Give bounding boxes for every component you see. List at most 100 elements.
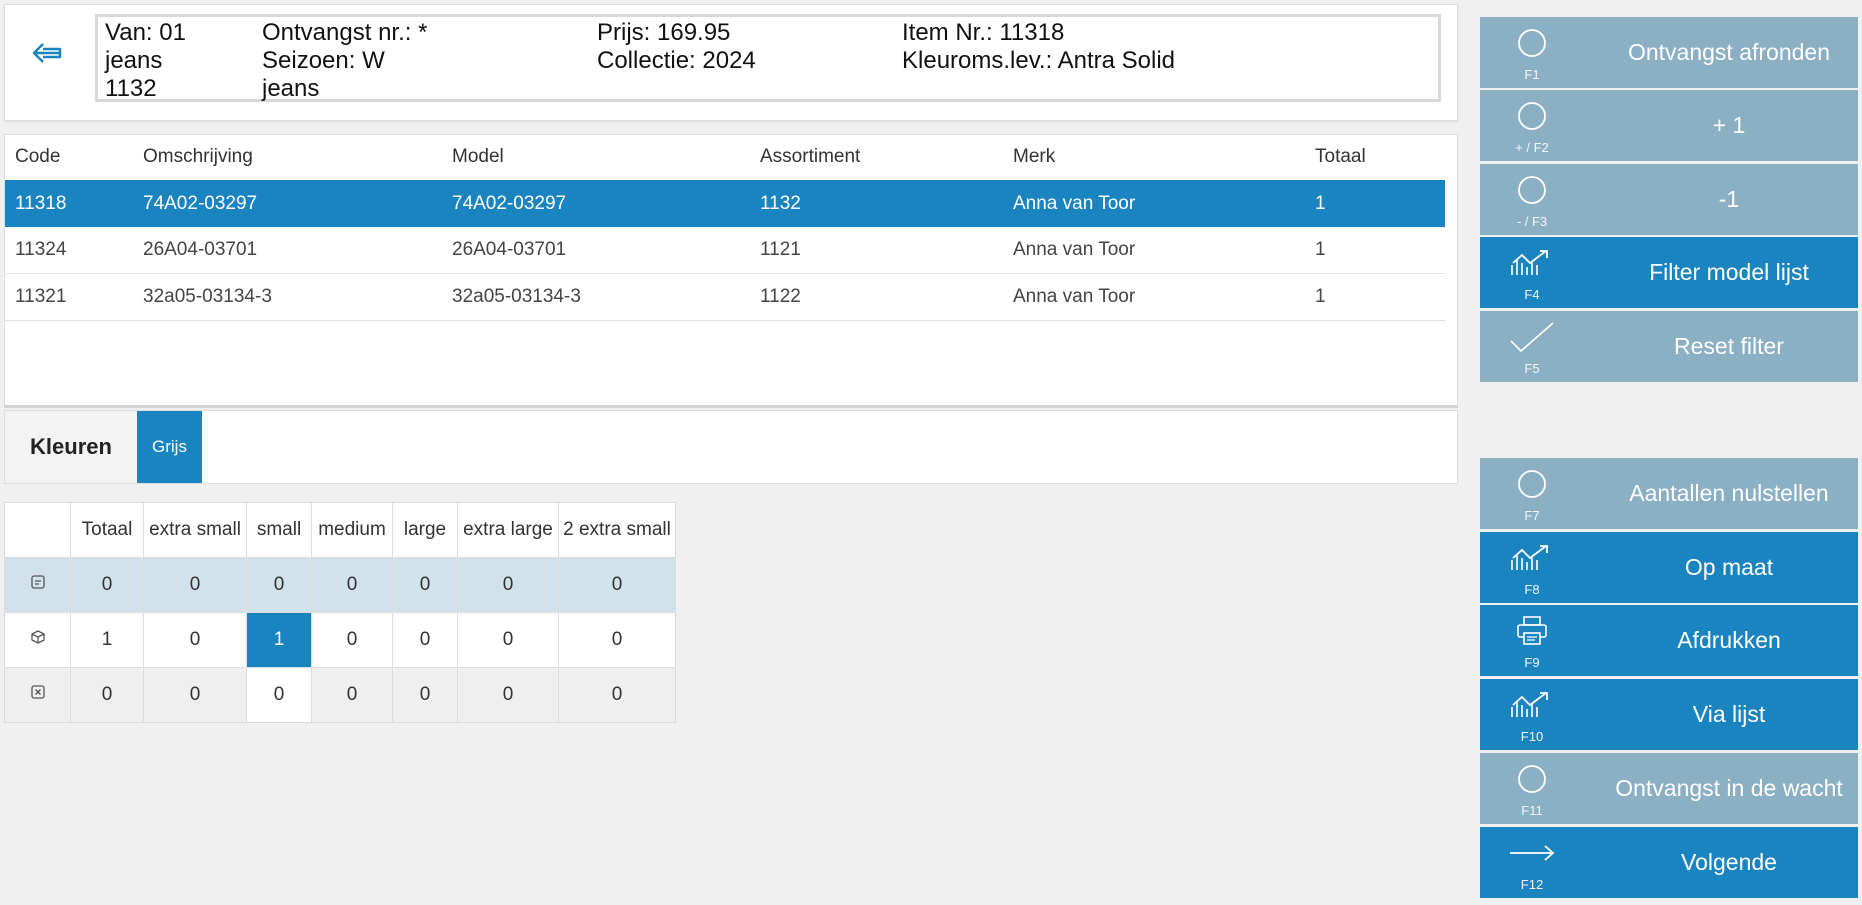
next-button[interactable]: F12 Volgende bbox=[1480, 827, 1858, 898]
size-cell: 0 bbox=[143, 667, 247, 723]
minus-one-button[interactable]: - / F3 -1 bbox=[1480, 164, 1858, 235]
cell-assortment: 1132 bbox=[760, 192, 801, 214]
size-cell: 0 bbox=[311, 557, 393, 613]
printer-icon bbox=[1508, 611, 1556, 651]
print-button[interactable]: F9 Afdrukken bbox=[1480, 605, 1858, 676]
arrow-right-icon bbox=[1508, 833, 1556, 873]
cell-model: 26A04-03701 bbox=[452, 239, 567, 260]
size-header-large: large bbox=[392, 502, 458, 558]
size-cell: 0 bbox=[70, 557, 144, 613]
info-price: Prijs: 169.95 bbox=[597, 19, 731, 46]
info-group: jeans bbox=[262, 75, 320, 102]
cell-brand: Anna van Toor bbox=[1013, 192, 1136, 214]
size-header-small: small bbox=[246, 502, 312, 558]
button-label: Filter model lijst bbox=[1649, 259, 1809, 285]
filter-model-list-button[interactable]: F4 Filter model lijst bbox=[1480, 237, 1858, 308]
reset-filter-button[interactable]: F5 Reset filter bbox=[1480, 311, 1858, 382]
size-header-extra-large: extra large bbox=[457, 502, 559, 558]
column-header-code[interactable]: Code bbox=[15, 135, 60, 179]
info-color-description: Kleuroms.lev.: Antra Solid bbox=[902, 47, 1176, 74]
button-label: Ontvangst afronden bbox=[1627, 39, 1831, 65]
header-panel: Van: 01 jeans 1132 Ontvangst nr.: * Seiz… bbox=[4, 4, 1458, 121]
column-header-total[interactable]: Totaal bbox=[1315, 135, 1366, 179]
back-arrow-icon bbox=[32, 43, 62, 63]
button-label: -1 bbox=[1718, 186, 1740, 212]
size-header-total: Totaal bbox=[70, 502, 144, 558]
info-column-from: Van: 01 jeans 1132 bbox=[105, 19, 186, 103]
cell-brand: Anna van Toor bbox=[1013, 239, 1136, 260]
column-header-assortment[interactable]: Assortiment bbox=[760, 135, 860, 179]
shortcut-label: F4 bbox=[1524, 287, 1540, 302]
column-header-description[interactable]: Omschrijving bbox=[143, 135, 253, 179]
size-input-cell[interactable]: 0 bbox=[558, 612, 676, 668]
size-input-cell-active[interactable]: 1 bbox=[246, 612, 312, 668]
cell-assortment: 1122 bbox=[760, 286, 801, 307]
table-row[interactable]: 11321 32a05-03134-3 32a05-03134-3 1122 A… bbox=[5, 274, 1445, 321]
items-table: Code Omschrijving Model Assortiment Merk… bbox=[4, 134, 1458, 408]
box-icon bbox=[4, 612, 71, 668]
chart-arrow-icon bbox=[1508, 685, 1556, 725]
size-cell: 0 bbox=[143, 557, 247, 613]
size-cell: 0 bbox=[457, 667, 559, 723]
cell-total: 1 bbox=[1315, 192, 1326, 214]
via-list-button[interactable]: F10 Via lijst bbox=[1480, 679, 1858, 750]
cell-code: 11321 bbox=[15, 286, 67, 307]
column-header-model[interactable]: Model bbox=[452, 135, 504, 179]
button-label: Afdrukken bbox=[1677, 627, 1781, 653]
size-cell: 0 bbox=[311, 667, 393, 723]
custom-size-button[interactable]: F8 Op maat bbox=[1480, 532, 1858, 603]
hold-receipt-button[interactable]: F11 Ontvangst in de wacht bbox=[1480, 753, 1858, 824]
info-column-item: Item Nr.: 11318 Kleuroms.lev.: Antra Sol… bbox=[902, 19, 1175, 75]
size-header-medium: medium bbox=[311, 502, 393, 558]
shortcut-label: F9 bbox=[1524, 655, 1540, 670]
cell-code: 11324 bbox=[15, 239, 67, 260]
size-row-received: 1 0 1 0 0 0 0 bbox=[4, 612, 676, 668]
size-cell: 0 bbox=[70, 667, 144, 723]
reset-quantities-button[interactable]: F7 Aantallen nulstellen bbox=[1480, 458, 1858, 529]
shortcut-label: F11 bbox=[1521, 803, 1543, 818]
cell-total: 1 bbox=[1315, 239, 1326, 260]
size-input-cell[interactable]: 0 bbox=[311, 612, 393, 668]
cell-model: 74A02-03297 bbox=[452, 192, 567, 214]
size-row-cancelled: 0 0 0 0 0 0 0 bbox=[4, 667, 676, 723]
chart-arrow-icon bbox=[1508, 538, 1556, 578]
size-header-extra-small: extra small bbox=[143, 502, 247, 558]
cell-description: 26A04-03701 bbox=[143, 239, 258, 260]
size-cell: 0 bbox=[558, 557, 676, 613]
finish-receipt-button[interactable]: F1 Ontvangst afronden bbox=[1480, 17, 1858, 88]
circle-icon bbox=[1508, 759, 1556, 799]
back-button[interactable] bbox=[25, 33, 69, 73]
size-cell: 0 bbox=[392, 667, 458, 723]
button-label: Aantallen nulstellen bbox=[1629, 480, 1829, 506]
circle-icon bbox=[1508, 170, 1556, 210]
shortcut-label: F1 bbox=[1524, 67, 1540, 82]
circle-icon bbox=[1508, 23, 1556, 63]
size-header-2-extra-small: 2 extra small bbox=[558, 502, 676, 558]
plus-one-button[interactable]: + / F2 + 1 bbox=[1480, 90, 1858, 161]
cell-assortment: 1121 bbox=[760, 239, 801, 260]
size-input-cell[interactable]: 0 bbox=[143, 612, 247, 668]
colors-label: Kleuren bbox=[5, 411, 137, 483]
cell-description: 74A02-03297 bbox=[143, 192, 258, 214]
cell-code: 11318 bbox=[15, 192, 67, 214]
size-grid: Totaal extra small small medium large ex… bbox=[4, 502, 676, 723]
column-header-brand[interactable]: Merk bbox=[1013, 135, 1055, 179]
size-cell: 0 bbox=[558, 667, 676, 723]
info-collection: Collectie: 2024 bbox=[597, 47, 756, 74]
info-season: Seizoen: W bbox=[262, 47, 385, 74]
size-input-cell[interactable]: 0 bbox=[392, 612, 458, 668]
button-label: Op maat bbox=[1684, 554, 1774, 580]
info-category: jeans bbox=[105, 47, 163, 74]
size-input-cell[interactable]: 0 bbox=[457, 612, 559, 668]
shortcut-label: F8 bbox=[1524, 582, 1540, 597]
shortcut-label: - / F3 bbox=[1516, 214, 1548, 229]
colors-panel: Kleuren Grijs bbox=[4, 410, 1458, 484]
size-cell: 0 bbox=[457, 557, 559, 613]
shortcut-label: F7 bbox=[1524, 508, 1540, 523]
cell-description: 32a05-03134-3 bbox=[143, 286, 272, 307]
color-tab-grijs[interactable]: Grijs bbox=[137, 411, 202, 483]
shortcut-label: + / F2 bbox=[1515, 140, 1549, 155]
chart-arrow-icon bbox=[1508, 243, 1556, 283]
table-row[interactable]: 11318 74A02-03297 74A02-03297 1132 Anna … bbox=[5, 180, 1445, 227]
table-row[interactable]: 11324 26A04-03701 26A04-03701 1121 Anna … bbox=[5, 227, 1445, 274]
